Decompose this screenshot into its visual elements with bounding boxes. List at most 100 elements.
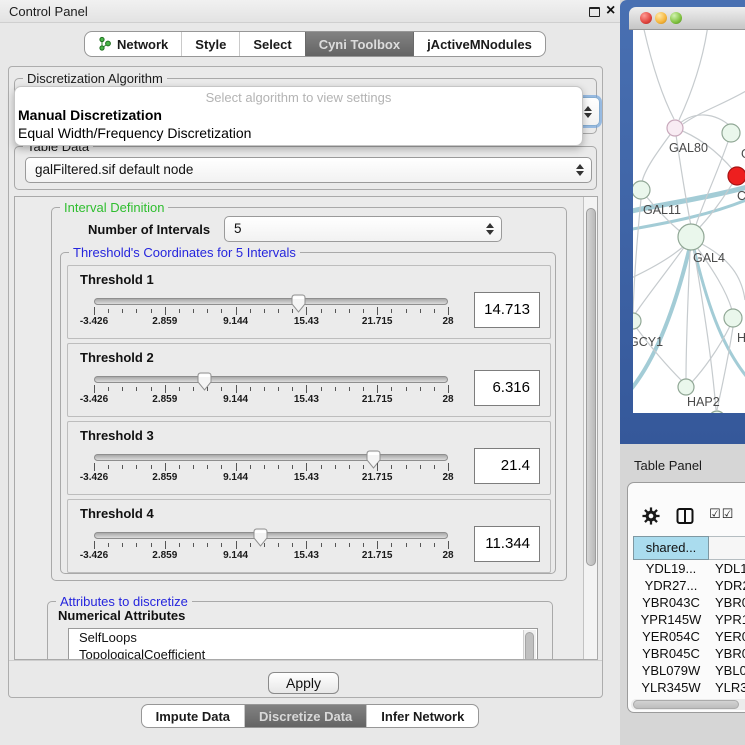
network-icon (98, 36, 112, 52)
minor-tick (391, 543, 392, 547)
panel-scrollbar[interactable] (583, 197, 598, 659)
table-row[interactable]: YER054CYER0 (633, 628, 745, 645)
number-of-intervals-label: Number of Intervals (88, 222, 210, 237)
checkbox-icons[interactable]: ☑☑ (709, 507, 734, 522)
threshold-slider[interactable]: -3.4262.8599.14415.4321.71528 (94, 526, 448, 562)
table-rows: YDL19...YDL1YDR27...YDR2YBR043CYBR0YPR14… (633, 560, 745, 713)
threshold-value-field[interactable]: 21.4 (474, 448, 540, 484)
table-hscrollbar[interactable] (631, 699, 745, 710)
bottom-tab-discretize-data[interactable]: Discretize Data (244, 705, 366, 727)
network-node-green[interactable] (722, 124, 740, 142)
minor-tick (151, 543, 152, 547)
minor-tick (321, 465, 322, 469)
network-node-green[interactable] (724, 309, 742, 327)
minor-tick (278, 387, 279, 391)
major-tick (306, 463, 307, 471)
table-toolbar: ☑☑ (628, 483, 745, 535)
float-window-icon[interactable] (589, 7, 600, 17)
settings-scrollpanel: Interval Definition Number of Intervals … (14, 196, 598, 660)
gear-icon[interactable] (642, 507, 660, 525)
tab-network[interactable]: Network (85, 32, 181, 56)
list-scrollbar-thumb[interactable] (525, 632, 534, 660)
tab-style[interactable]: Style (181, 32, 239, 56)
network-canvas[interactable]: GAL80GCGAL11GAL4GCY1HHAP2 (633, 30, 745, 413)
threshold-slider[interactable]: -3.4262.8599.14415.4321.71528 (94, 292, 448, 328)
table-row[interactable]: YPR145WYPR1 (633, 611, 745, 628)
tick-label: 21.715 (362, 472, 393, 483)
minor-tick (264, 543, 265, 547)
combo-stepper-icon (576, 164, 584, 176)
bottom-tab-infer-network[interactable]: Infer Network (366, 705, 478, 727)
attribute-item-topologicalcoefficient[interactable]: TopologicalCoefficient (69, 646, 537, 660)
table-panel: ☑☑ shared...na YDL19...YDL1YDR27...YDR2Y… (627, 482, 745, 713)
threshold-slider[interactable]: -3.4262.8599.14415.4321.71528 (94, 370, 448, 406)
table-data-group: Table Data galFiltered.sif default node (14, 146, 597, 190)
minor-tick (179, 543, 180, 547)
table-cell: YLR3 (709, 679, 745, 696)
network-node-green[interactable] (678, 379, 694, 395)
major-tick (236, 541, 237, 549)
threshold-slider[interactable]: -3.4262.8599.14415.4321.71528 (94, 448, 448, 484)
tab-label: jActiveMNodules (427, 37, 532, 52)
table-row[interactable]: YDL19...YDL1 (633, 560, 745, 577)
table-row[interactable]: YLR345WYLR3 (633, 679, 745, 696)
slider-track[interactable] (94, 532, 448, 539)
table-row[interactable]: YDR27...YDR2 (633, 577, 745, 594)
table-row[interactable]: YBR045CYBR0 (633, 645, 745, 662)
table-row[interactable]: YBL079WYBL0 (633, 662, 745, 679)
table-row[interactable]: YBR043CYBR0 (633, 594, 745, 611)
interval-definition-group: Interval Definition Number of Intervals … (51, 207, 567, 581)
minimize-traffic-light-icon[interactable] (655, 12, 667, 24)
node-label-hap2: HAP2 (687, 395, 720, 409)
number-of-intervals-combobox[interactable]: 5 (224, 216, 502, 242)
zoom-traffic-light-icon[interactable] (670, 12, 682, 24)
minor-tick (122, 465, 123, 469)
threshold-value-field[interactable]: 6.316 (474, 370, 540, 406)
slider-track[interactable] (94, 454, 448, 461)
slider-track[interactable] (94, 376, 448, 383)
network-node-red[interactable] (728, 167, 745, 185)
dropdown-item-equal-width-frequency-discretization[interactable]: Equal Width/Frequency Discretization (15, 124, 582, 142)
minor-tick (321, 387, 322, 391)
slider-track[interactable] (94, 298, 448, 305)
major-tick (165, 463, 166, 471)
attribute-item-selfloops[interactable]: SelfLoops (69, 629, 537, 646)
column-header-na[interactable]: na (709, 536, 745, 560)
minor-tick (278, 543, 279, 547)
major-tick (448, 307, 449, 315)
network-node-green[interactable] (633, 313, 641, 329)
network-node-green[interactable] (678, 224, 704, 250)
column-header-shared[interactable]: shared... (633, 536, 709, 560)
network-node-pink[interactable] (667, 120, 683, 136)
network-edge (696, 241, 745, 300)
panel-scrollbar-thumb[interactable] (586, 208, 596, 566)
tab-cyni-toolbox[interactable]: Cyni Toolbox (305, 32, 413, 56)
numerical-attributes-list[interactable]: SelfLoopsTopologicalCoefficientBetweenne… (68, 628, 538, 660)
major-tick (448, 541, 449, 549)
tab-select[interactable]: Select (239, 32, 304, 56)
network-node-green[interactable] (709, 411, 725, 413)
threshold-value-field[interactable]: 11.344 (474, 526, 540, 562)
list-scrollbar[interactable] (523, 630, 536, 660)
tick-label: 9.144 (223, 316, 248, 327)
table-hscrollbar-thumb[interactable] (633, 700, 739, 709)
tab-jactivemnodules[interactable]: jActiveMNodules (413, 32, 545, 56)
threshold-body: -3.4262.8599.14415.4321.71528 21.4 (94, 448, 540, 488)
bottom-tab-impute-data[interactable]: Impute Data (142, 705, 244, 727)
network-node-green[interactable] (633, 181, 650, 199)
table-cell: YDR27... (633, 577, 709, 594)
discretization-algorithm-title: Discretization Algorithm (23, 71, 167, 86)
minor-tick (406, 543, 407, 547)
network-edge (697, 176, 737, 230)
apply-button[interactable]: Apply (268, 672, 339, 694)
thresholds-group-title: Threshold's Coordinates for 5 Intervals (69, 245, 300, 260)
dropdown-item-manual-discretization[interactable]: Manual Discretization (15, 106, 582, 124)
close-icon[interactable]: × (606, 1, 615, 21)
close-traffic-light-icon[interactable] (640, 12, 652, 24)
major-tick (236, 463, 237, 471)
table-cell: YER0 (709, 628, 745, 645)
tick-label: 2.859 (152, 316, 177, 327)
column-view-icon[interactable] (676, 507, 694, 525)
threshold-value-field[interactable]: 14.713 (474, 292, 540, 328)
table-data-combobox[interactable]: galFiltered.sif default node (25, 157, 592, 183)
